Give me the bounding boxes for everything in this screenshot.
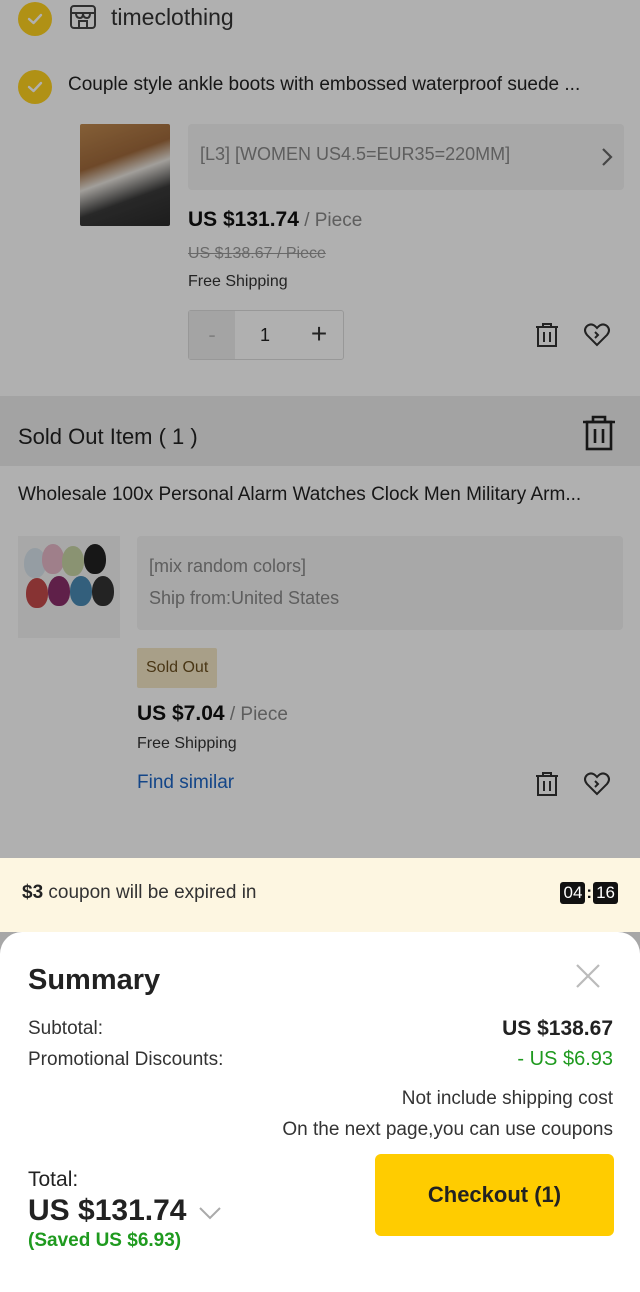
saved-amount: (Saved US $6.93) [28, 1230, 182, 1251]
timer-separator: : [586, 883, 593, 902]
total-label: Total: [28, 1168, 79, 1191]
coupon-note: On the next page,you can use coupons [282, 1119, 613, 1140]
timer-minutes: 04 [560, 882, 586, 904]
timer-seconds: 16 [593, 882, 618, 904]
total-value[interactable]: US $131.74 [28, 1194, 186, 1228]
summary-title: Summary [28, 964, 161, 996]
coupon-amount: $3 [22, 882, 44, 903]
discount-value: - US $6.93 [517, 1048, 613, 1070]
summary-sheet: Summary Subtotal: US $138.67 Promotional… [0, 932, 640, 1292]
chevron-down-icon[interactable] [198, 1204, 222, 1222]
subtotal-value: US $138.67 [502, 1017, 613, 1040]
subtotal-label: Subtotal: [28, 1018, 103, 1039]
countdown-timer: 04 : 16 [560, 882, 618, 904]
shipping-note: Not include shipping cost [401, 1088, 613, 1109]
coupon-message: $3 coupon will be expired in [22, 882, 257, 904]
discount-label: Promotional Discounts: [28, 1049, 224, 1070]
coupon-expiry-bar: $3 coupon will be expired in 04 : 16 [0, 858, 640, 932]
coupon-text: coupon will be expired in [43, 882, 257, 903]
checkout-button[interactable]: Checkout (1) [375, 1154, 614, 1236]
close-icon[interactable] [574, 962, 602, 990]
